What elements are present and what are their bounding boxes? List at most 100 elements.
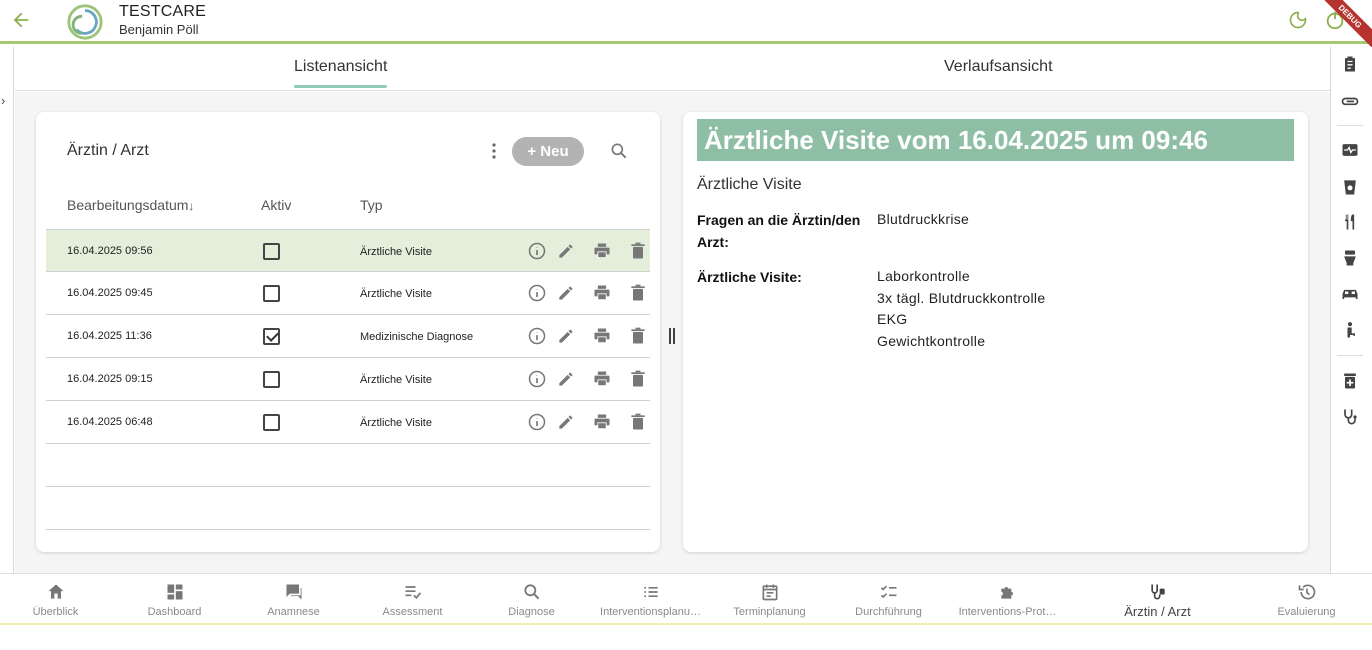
delete-icon[interactable] — [628, 241, 648, 261]
vitals-icon[interactable] — [1340, 140, 1360, 160]
calendar-icon — [762, 584, 777, 601]
info-icon[interactable] — [527, 326, 547, 346]
print-icon[interactable] — [592, 241, 612, 261]
nav-dashboard[interactable]: Dashboard — [115, 574, 234, 626]
print-icon[interactable] — [592, 326, 612, 346]
stethoscope-icon[interactable] — [1340, 407, 1360, 427]
user-name: Benjamin Pöll — [119, 22, 199, 37]
field-label: Fragen an die Ärztin/den Arzt: — [697, 212, 861, 250]
dashboard-icon — [167, 584, 182, 600]
print-icon[interactable] — [592, 283, 612, 303]
person-sitting-icon[interactable] — [1340, 320, 1360, 340]
left-collapse-strip: › — [0, 47, 14, 573]
column-header-active[interactable]: Aktiv — [261, 197, 291, 213]
attachment-icon[interactable] — [1340, 91, 1360, 111]
chevron-right-icon[interactable]: › — [1, 93, 5, 108]
nav-diagnose[interactable]: Diagnose — [472, 574, 591, 626]
info-icon[interactable] — [527, 283, 547, 303]
record-detail-card: Ärztliche Visite vom 16.04.2025 um 09:46… — [683, 112, 1308, 552]
delete-icon[interactable] — [628, 326, 648, 346]
history-icon — [1298, 584, 1315, 600]
row-date: 16.04.2025 09:15 — [67, 373, 153, 385]
puzzle-icon — [1000, 587, 1013, 599]
home-icon — [48, 584, 63, 599]
empty-row — [46, 444, 650, 487]
search-icon[interactable] — [609, 141, 629, 161]
delete-icon[interactable] — [628, 412, 648, 432]
active-checkbox[interactable] — [263, 414, 280, 431]
delete-icon[interactable] — [628, 369, 648, 389]
row-type: Medizinische Diagnose — [360, 331, 474, 343]
bed-icon[interactable] — [1340, 284, 1360, 304]
edit-icon[interactable] — [556, 283, 576, 303]
row-date: 16.04.2025 09:56 — [67, 245, 153, 257]
right-toolbar — [1330, 47, 1372, 573]
nav-durchfuehrung[interactable]: Durchführung — [829, 574, 948, 626]
back-arrow-icon[interactable] — [10, 9, 32, 31]
active-checkbox[interactable] — [263, 371, 280, 388]
record-list-card: Ärztin / Arzt + Neu Bearbeitungsdatum↓ A… — [36, 112, 660, 552]
restaurant-icon[interactable] — [1340, 212, 1360, 232]
info-icon[interactable] — [527, 369, 547, 389]
new-entry-button[interactable]: + Neu — [512, 137, 584, 166]
edit-icon[interactable] — [556, 412, 576, 432]
field-value: Laborkontrolle 3x tägl. Blutdruckkontrol… — [877, 268, 1046, 349]
table-row[interactable]: 16.04.2025 09:56 Ärztliche Visite — [46, 229, 650, 272]
delete-icon[interactable] — [628, 283, 648, 303]
row-type: Ärztliche Visite — [360, 288, 432, 300]
list-icon — [643, 587, 658, 597]
doctor-icon — [1150, 584, 1165, 600]
table-row[interactable]: 16.04.2025 09:15 Ärztliche Visite — [46, 358, 650, 401]
active-checkbox[interactable] — [263, 328, 280, 345]
bottom-navigation: Überblick Dashboard Anamnese Assessment … — [0, 573, 1372, 625]
active-checkbox[interactable] — [263, 285, 280, 302]
toilet-icon[interactable] — [1340, 248, 1360, 268]
row-date: 16.04.2025 11:36 — [67, 330, 152, 342]
nav-terminplanung[interactable]: Terminplanung — [710, 574, 829, 626]
active-checkbox[interactable] — [263, 243, 280, 260]
empty-row — [46, 487, 650, 530]
dark-mode-icon[interactable] — [1288, 10, 1308, 30]
app-logo — [67, 4, 103, 40]
app-header: TESTCARE Benjamin Pöll DEBUG — [0, 0, 1372, 48]
clipboard-icon[interactable] — [1340, 54, 1360, 74]
table-row[interactable]: 16.04.2025 06:48 Ärztliche Visite — [46, 401, 650, 444]
row-type: Ärztliche Visite — [360, 417, 432, 429]
detail-subtitle: Ärztliche Visite — [697, 176, 802, 193]
nav-evaluierung[interactable]: Evaluierung — [1247, 574, 1366, 626]
edit-icon[interactable] — [556, 241, 576, 261]
column-header-type[interactable]: Typ — [360, 197, 383, 213]
column-header-date[interactable]: Bearbeitungsdatum↓ — [67, 197, 194, 213]
field-value: Blutdruckkrise — [877, 211, 970, 227]
nav-assessment[interactable]: Assessment — [353, 574, 472, 626]
nav-aerztin-arzt[interactable]: Ärztin / Arzt — [1098, 574, 1217, 626]
more-vert-icon[interactable] — [488, 142, 500, 160]
search-icon — [523, 584, 539, 600]
debug-ribbon: DEBUG — [1324, 0, 1372, 48]
print-icon[interactable] — [592, 369, 612, 389]
panel-splitter[interactable] — [668, 328, 676, 344]
nav-ueberblick[interactable]: Überblick — [0, 574, 115, 626]
tab-listenansicht[interactable]: Listenansicht — [294, 58, 388, 88]
nav-interventionsplanung[interactable]: Interventionsplanu… — [591, 574, 710, 626]
row-type: Ärztliche Visite — [360, 246, 432, 258]
sort-arrow-icon[interactable]: ↓ — [188, 199, 194, 213]
table-row[interactable]: 16.04.2025 11:36 Medizinische Diagnose — [46, 315, 650, 358]
edit-icon[interactable] — [556, 369, 576, 389]
row-date: 16.04.2025 06:48 — [67, 416, 153, 428]
table-row[interactable]: 16.04.2025 09:45 Ärztliche Visite — [46, 272, 650, 315]
nav-interventions-protokoll[interactable]: Interventions-Prot… — [948, 574, 1067, 626]
nav-anamnese[interactable]: Anamnese — [234, 574, 353, 626]
edit-icon[interactable] — [556, 326, 576, 346]
info-icon[interactable] — [527, 241, 547, 261]
cup-icon[interactable] — [1340, 177, 1360, 197]
record-table: 16.04.2025 09:56 Ärztliche Visite 16.04.… — [46, 229, 650, 530]
medication-icon[interactable] — [1340, 371, 1360, 391]
assessment-icon — [405, 586, 421, 600]
checklist-icon — [880, 585, 896, 599]
view-tabs: Listenansicht Verlaufsansicht — [15, 47, 1330, 91]
info-icon[interactable] — [527, 412, 547, 432]
tab-verlaufsansicht[interactable]: Verlaufsansicht — [944, 58, 1053, 76]
row-date: 16.04.2025 09:45 — [67, 287, 153, 299]
print-icon[interactable] — [592, 412, 612, 432]
